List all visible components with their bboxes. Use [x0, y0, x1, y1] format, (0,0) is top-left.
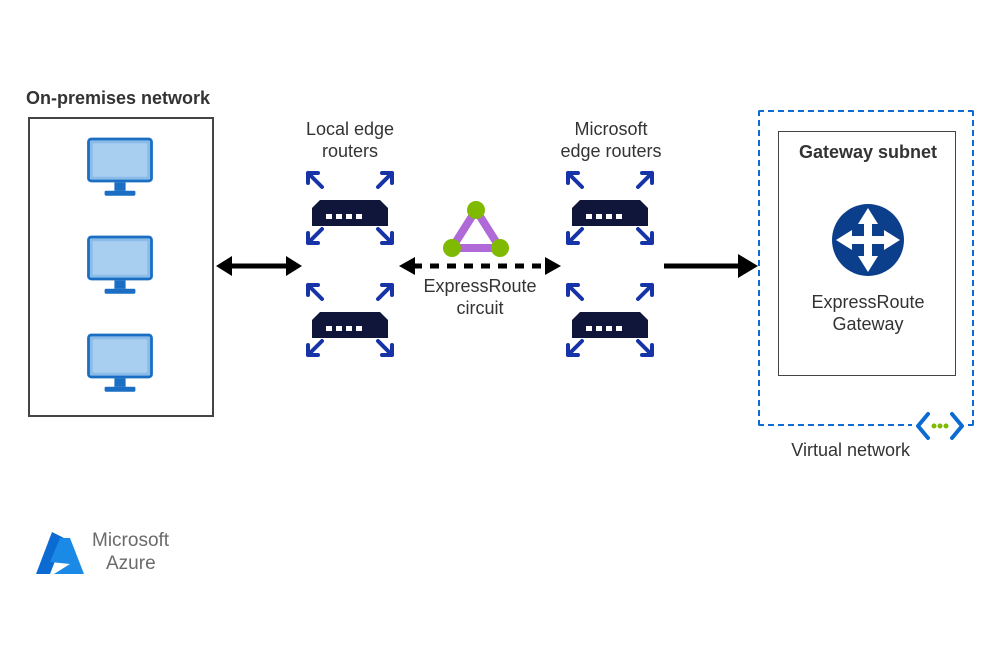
- local-edge-label: Local edge routers: [290, 119, 410, 162]
- expressroute-gateway-icon: [828, 200, 908, 280]
- gateway-line2: Gateway: [832, 314, 903, 334]
- brand-line1: Microsoft: [92, 530, 169, 551]
- arrow-right-icon: [660, 246, 760, 286]
- gateway-label: ExpressRoute Gateway: [790, 292, 946, 335]
- ms-edge-line1: Microsoft: [574, 119, 647, 139]
- onprem-title: On-premises network: [26, 88, 246, 110]
- ms-edge-line2: edge routers: [560, 141, 661, 161]
- brand-text: Microsoft Azure: [92, 530, 232, 576]
- gateway-line1: ExpressRoute: [811, 292, 924, 312]
- circuit-line2: circuit: [456, 298, 503, 318]
- monitor-icon: [85, 328, 155, 398]
- ms-edge-label: Microsoft edge routers: [536, 119, 686, 162]
- monitor-icon: [85, 230, 155, 300]
- local-edge-line2: routers: [322, 141, 378, 161]
- azure-logo-icon: [32, 528, 88, 580]
- router-icon: [300, 280, 400, 360]
- vnet-label: Virtual network: [770, 440, 910, 462]
- router-icon: [560, 280, 660, 360]
- monitor-icon: [85, 132, 155, 202]
- circuit-line1: ExpressRoute: [423, 276, 536, 296]
- local-edge-line1: Local edge: [306, 119, 394, 139]
- brand-line2: Azure: [92, 553, 156, 574]
- router-icon: [560, 168, 660, 248]
- circuit-label: ExpressRoute circuit: [415, 276, 545, 319]
- arrow-bidirectional-icon: [214, 246, 304, 286]
- router-icon: [300, 168, 400, 248]
- gateway-subnet-title: Gateway subnet: [788, 142, 948, 164]
- vnet-interface-icon: [912, 410, 968, 442]
